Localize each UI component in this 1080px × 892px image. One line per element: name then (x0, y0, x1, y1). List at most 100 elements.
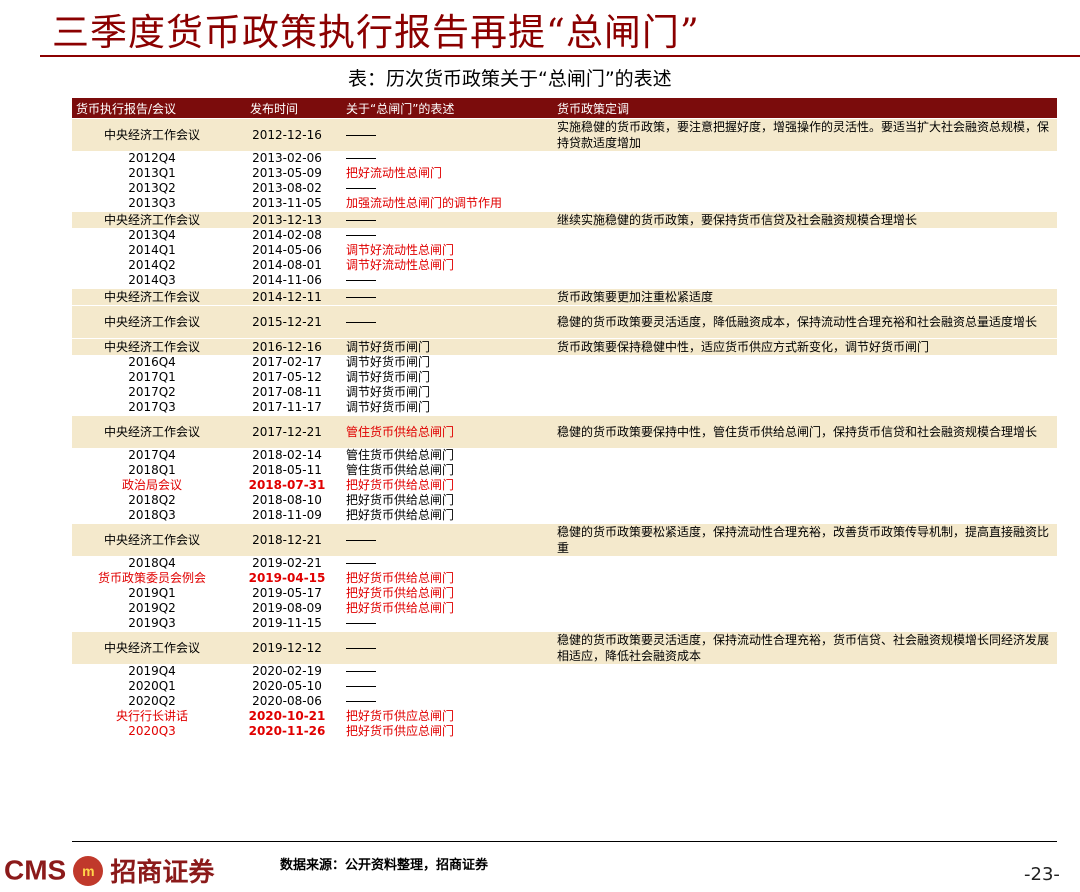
policy-tone-cell (547, 709, 1057, 724)
statement-table: 货币执行报告/会议 发布时间 关于“总闸门”的表述 货币政策定调 中央经济工作会… (72, 98, 1057, 739)
policy-tone-cell (547, 616, 1057, 632)
statement-cell: 调节好货币闸门 (346, 355, 431, 369)
report-name-cell: 2013Q2 (128, 181, 176, 195)
em-dash-placeholder (346, 539, 376, 541)
release-date-cell: 2015-12-21 (232, 305, 342, 339)
table-row: 央行行长讲话 2020-10-21 把好货币供应总闸门 (72, 709, 1057, 724)
column-header: 货币执行报告/会议 (72, 98, 232, 119)
column-header: 货币政策定调 (547, 98, 1057, 119)
table-bottom-rule (72, 841, 1057, 842)
table-row: 2016Q4 2017-02-17 调节好货币闸门 (72, 355, 1057, 370)
statement-cell: 管住货币供给总闸门 (346, 463, 455, 477)
table-row: 2012Q4 2013-02-06 —— (72, 151, 1057, 166)
report-name-cell: 货币政策委员会例会 (97, 571, 206, 585)
report-name-cell: 中央经济工作会议 (72, 211, 232, 228)
policy-tone-cell: 稳健的货币政策要灵活适度，降低融资成本，保持流动性合理充裕和社会融资总量适度增长 (547, 305, 1057, 339)
statement-cell: —— (342, 151, 547, 166)
column-header: 关于“总闸门”的表述 (342, 98, 547, 119)
report-name-cell: 中央经济工作会议 (72, 631, 232, 664)
table-row: 2020Q2 2020-08-06 —— (72, 694, 1057, 709)
release-date-cell: 2013-11-05 (252, 196, 322, 210)
statement-cell: 把好流动性总闸门 (346, 166, 443, 180)
em-dash-placeholder (346, 671, 376, 672)
release-date-cell: 2017-05-12 (252, 370, 322, 384)
release-date-cell: 2014-08-01 (252, 258, 322, 272)
report-name-cell: 2018Q1 (128, 463, 176, 477)
report-name-cell: 2013Q3 (128, 196, 176, 210)
policy-tone-cell (547, 556, 1057, 571)
policy-tone-cell (547, 586, 1057, 601)
release-date-cell: 2018-07-31 (248, 478, 326, 492)
release-date-cell: 2019-05-17 (252, 586, 322, 600)
policy-tone-cell: 货币政策要保持稳健中性，适应货币供应方式新变化，调节好货币闸门 (547, 338, 1057, 355)
statement-cell: 把好货币供给总闸门 (346, 571, 455, 585)
em-dash-placeholder (346, 686, 376, 687)
report-name-cell: 2014Q2 (128, 258, 176, 272)
release-date-cell: 2013-05-09 (252, 166, 322, 180)
report-name-cell: 2014Q3 (128, 273, 176, 287)
release-date-cell: 2017-11-17 (252, 400, 322, 414)
release-date-cell: 2014-11-06 (252, 273, 322, 287)
statement-cell: —— (342, 664, 547, 679)
release-date-cell: 2019-04-15 (248, 571, 326, 585)
statement-cell: 管住货币供给总闸门 (346, 448, 455, 462)
release-date-cell: 2020-08-06 (252, 694, 322, 708)
em-dash-placeholder (346, 235, 376, 236)
policy-tone-cell (547, 151, 1057, 166)
report-name-cell: 2017Q1 (128, 370, 176, 384)
policy-tone-cell (547, 478, 1057, 493)
table-header-row: 货币执行报告/会议 发布时间 关于“总闸门”的表述 货币政策定调 (72, 98, 1057, 119)
statement-cell: —— (342, 305, 547, 339)
release-date-cell: 2018-11-09 (252, 508, 322, 522)
policy-tone-cell (547, 355, 1057, 370)
statement-cell: —— (342, 118, 547, 151)
footer: CMS m 招商证券 数据来源：公开资料整理，招商证券 -23- (0, 848, 1080, 892)
table-row: 2020Q1 2020-05-10 —— (72, 679, 1057, 694)
statement-cell: 调节好货币闸门 (346, 370, 431, 384)
release-date-cell: 2017-02-17 (252, 355, 322, 369)
table-row: 中央经济工作会议2018-12-21——稳健的货币政策要松紧适度，保持流动性合理… (72, 523, 1057, 556)
table-row: 中央经济工作会议2015-12-21——稳健的货币政策要灵活适度，降低融资成本，… (72, 305, 1057, 339)
report-name-cell: 2020Q3 (128, 724, 176, 738)
statement-cell: —— (342, 616, 547, 632)
policy-tone-cell (547, 258, 1057, 273)
report-name-cell: 2020Q2 (128, 694, 176, 708)
statement-cell: 把好货币供给总闸门 (346, 508, 455, 522)
logo-text: CMS (4, 854, 67, 886)
release-date-cell: 2016-12-16 (232, 338, 342, 355)
report-name-cell: 2018Q2 (128, 493, 176, 507)
policy-tone-cell (547, 196, 1057, 212)
em-dash-placeholder (346, 134, 376, 136)
report-name-cell: 2019Q1 (128, 586, 176, 600)
table-row: 中央经济工作会议2014-12-11——货币政策要更加注重松紧适度 (72, 288, 1057, 306)
statement-cell: —— (342, 523, 547, 556)
policy-tone-cell (547, 228, 1057, 243)
report-name-cell: 中央经济工作会议 (72, 118, 232, 151)
report-name-cell: 政治局会议 (121, 478, 182, 492)
release-date-cell: 2019-12-12 (232, 631, 342, 664)
table-row: 2018Q4 2019-02-21 —— (72, 556, 1057, 571)
policy-tone-cell (547, 601, 1057, 616)
statement-cell: —— (342, 228, 547, 243)
statement-cell: —— (342, 556, 547, 571)
policy-tone-cell (547, 166, 1057, 181)
table-row: 2020Q3 2020-11-26 把好货币供应总闸门 (72, 724, 1057, 739)
report-name-cell: 2018Q4 (128, 556, 176, 570)
policy-tone-cell (547, 385, 1057, 400)
report-name-cell: 中央经济工作会议 (72, 415, 232, 448)
statement-cell: 把好货币供应总闸门 (346, 709, 455, 723)
report-name-cell: 中央经济工作会议 (72, 288, 232, 306)
policy-tone-cell (547, 694, 1057, 709)
table-row: 2013Q3 2013-11-05 加强流动性总闸门的调节作用 (72, 196, 1057, 212)
report-name-cell: 2012Q4 (128, 151, 176, 165)
report-name-cell: 2017Q4 (128, 448, 176, 462)
policy-tone-cell: 货币政策要更加注重松紧适度 (547, 288, 1057, 306)
statement-cell: —— (342, 181, 547, 196)
logo-mark-icon: m (73, 855, 104, 886)
report-name-cell: 中央经济工作会议 (72, 338, 232, 355)
report-name-cell: 2019Q3 (128, 616, 176, 630)
statement-cell: —— (342, 679, 547, 694)
report-name-cell: 2017Q2 (128, 385, 176, 399)
table-row: 2017Q3 2017-11-17 调节好货币闸门 (72, 400, 1057, 416)
report-name-cell: 2020Q1 (128, 679, 176, 693)
